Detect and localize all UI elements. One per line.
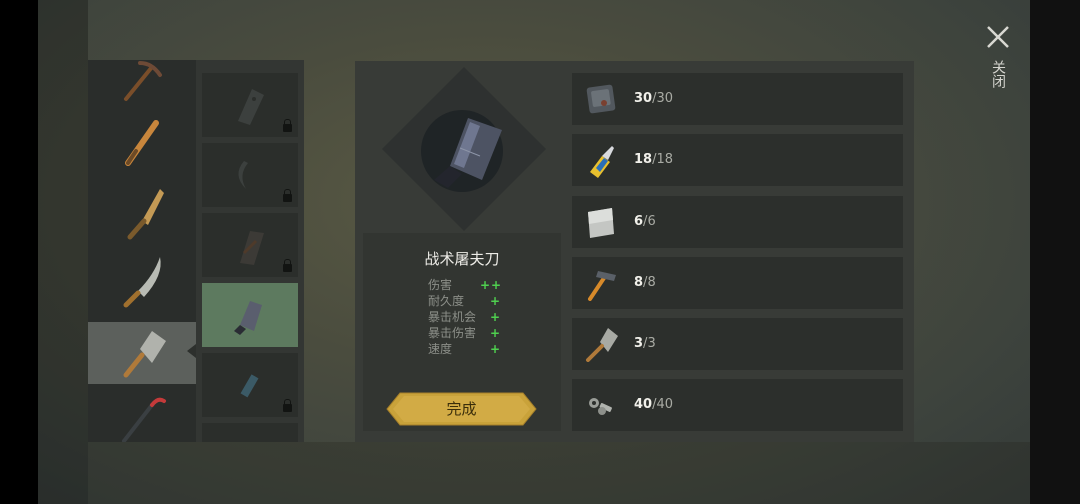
material-have: 18 xyxy=(634,152,653,167)
plank-club-icon xyxy=(127,189,164,240)
glue-icon xyxy=(590,146,614,178)
stat-label: 伤害 xyxy=(428,278,453,292)
blade-icon xyxy=(238,89,264,125)
craft-button-label[interactable]: 完成 xyxy=(386,392,537,426)
recipe-item[interactable] xyxy=(202,213,298,277)
pickaxe-icon xyxy=(124,61,162,101)
material-need: 18 xyxy=(656,152,674,167)
crowbar-icon xyxy=(122,397,166,442)
stat-label: 暴击机会 xyxy=(428,310,477,324)
stat-label: 暴击伤害 xyxy=(428,326,477,340)
material-row: 3/3 xyxy=(572,318,903,370)
recipe-item[interactable] xyxy=(202,353,298,417)
material-row: 40/40 xyxy=(572,379,903,431)
cleaver-icon xyxy=(123,331,166,378)
nuts-bolts-icon xyxy=(589,398,612,415)
recipe-item[interactable] xyxy=(202,73,298,137)
tactical-cleaver-icon xyxy=(234,301,262,335)
lock-icon xyxy=(283,259,292,272)
item-name: 战术屠夫刀 xyxy=(424,250,500,268)
category-list[interactable] xyxy=(88,60,196,442)
sickle-icon xyxy=(238,161,248,189)
stat-label: 耐久度 xyxy=(428,294,465,308)
recipe-item[interactable] xyxy=(202,143,298,207)
stat-row: 速度 + xyxy=(428,341,518,357)
material-count: 8/8 xyxy=(634,275,656,290)
material-row: 30/30 xyxy=(572,73,903,125)
stat-value: ++ xyxy=(480,278,503,292)
material-need: 40 xyxy=(656,397,674,412)
material-have: 3 xyxy=(634,336,644,351)
metal-plate-icon xyxy=(586,84,616,114)
category-plank[interactable] xyxy=(88,180,196,242)
partial-item-icon xyxy=(230,433,270,442)
knife-icon xyxy=(240,374,259,398)
material-row: 8/8 xyxy=(572,257,903,309)
recipe-item-selected[interactable] xyxy=(202,283,298,347)
stat-value: + xyxy=(490,342,502,356)
material-have: 8 xyxy=(634,275,644,290)
background-band xyxy=(38,0,88,504)
stat-label: 速度 xyxy=(428,342,453,356)
hammer-icon xyxy=(588,271,616,301)
material-count: 30/30 xyxy=(634,91,674,106)
close-label[interactable]: 关闭 xyxy=(990,60,1006,88)
stat-row: 暴击机会 + xyxy=(428,309,518,325)
category-bat[interactable] xyxy=(88,112,196,174)
close-icon[interactable] xyxy=(985,24,1011,50)
sheet-metal-icon xyxy=(588,208,614,238)
stat-value: + xyxy=(490,310,502,324)
material-have: 40 xyxy=(634,397,653,412)
lock-icon xyxy=(283,399,292,412)
recipe-list[interactable] xyxy=(196,60,304,442)
stat-row: 伤害 ++ xyxy=(428,277,518,293)
material-have: 30 xyxy=(634,91,653,106)
material-need: 30 xyxy=(656,91,674,106)
stat-value: + xyxy=(490,326,502,340)
lock-icon xyxy=(283,119,292,132)
machete-icon xyxy=(123,257,161,308)
material-row: 6/6 xyxy=(572,196,903,248)
material-row: 18/18 xyxy=(572,134,903,186)
lock-icon xyxy=(283,189,292,202)
category-machete[interactable] xyxy=(88,250,196,312)
stat-value: + xyxy=(490,294,502,308)
category-crowbar[interactable] xyxy=(88,384,196,442)
tactical-cleaver-icon xyxy=(434,118,502,188)
material-need: 8 xyxy=(647,275,656,290)
material-count: 40/40 xyxy=(634,397,674,412)
screen-edge-left xyxy=(0,0,38,504)
stat-row: 暴击伤害 + xyxy=(428,325,518,341)
material-need: 6 xyxy=(647,214,656,229)
category-pickaxe[interactable] xyxy=(88,60,196,114)
material-have: 6 xyxy=(634,214,644,229)
category-cleaver[interactable] xyxy=(88,322,196,384)
material-count: 3/3 xyxy=(634,336,656,351)
material-need: 3 xyxy=(647,336,656,351)
baseball-bat-icon xyxy=(125,120,159,166)
rusty-blade-icon xyxy=(240,231,264,265)
screen-edge-right xyxy=(1030,0,1080,504)
stat-row: 耐久度 + xyxy=(428,293,518,309)
bottom-band xyxy=(88,442,1030,504)
cleaver-icon xyxy=(586,328,618,362)
material-count: 18/18 xyxy=(634,152,674,167)
material-count: 6/6 xyxy=(634,214,656,229)
recipe-item[interactable] xyxy=(202,423,298,442)
stats-list: 伤害 ++ 耐久度 + 暴击机会 + 暴击伤害 + 速度 + xyxy=(428,277,518,357)
selection-pointer xyxy=(187,344,196,358)
